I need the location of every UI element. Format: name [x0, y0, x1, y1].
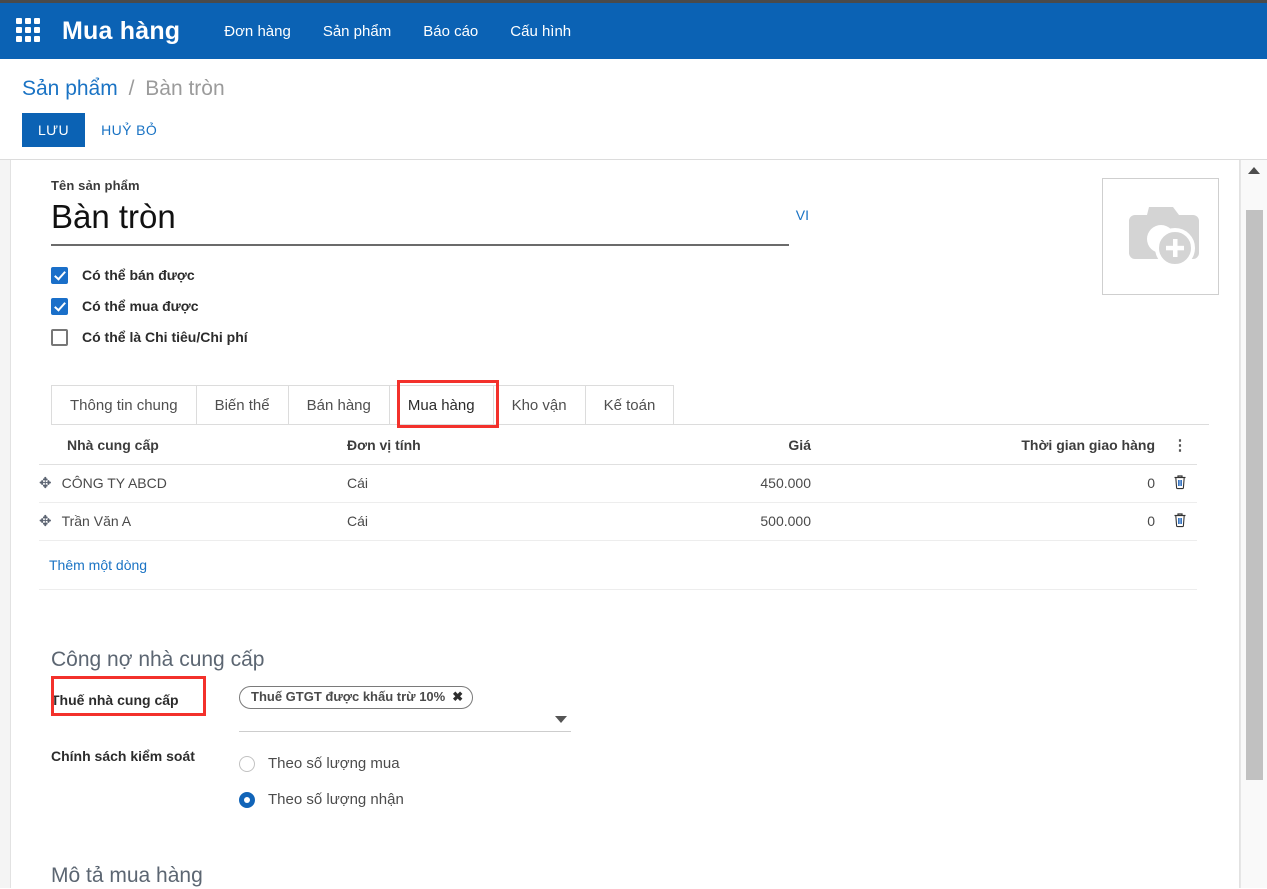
cancel-button[interactable]: HUỶ BỎ: [85, 113, 173, 147]
chevron-down-icon[interactable]: [555, 715, 567, 723]
control-policy-label: Chính sách kiểm soát: [51, 747, 195, 764]
column-header-supplier[interactable]: Nhà cung cấp: [39, 424, 339, 465]
checkbox-can-be-sold[interactable]: [51, 266, 68, 284]
product-name-label: Tên sản phẩm: [51, 178, 140, 193]
tax-chip[interactable]: Thuế GTGT được khấu trừ 10% ✖: [239, 685, 474, 709]
product-image-placeholder[interactable]: [1102, 178, 1219, 295]
kebab-menu-icon[interactable]: ⋮: [1173, 437, 1188, 454]
breadcrumb-bar: Sản phẩm / Bàn tròn LƯU HUỶ BỎ: [0, 59, 1267, 147]
section-title-vendor-bill: Công nợ nhà cung cấp: [51, 647, 265, 671]
tab-bar: Thông tin chung Biến thể Bán hàng Mua hà…: [51, 379, 1209, 428]
column-header-price[interactable]: Giá: [579, 424, 819, 465]
cell-supplier: ✥ CÔNG TY ABCD: [39, 464, 339, 503]
checkbox-row-can-be-expensed[interactable]: Có thể là Chi tiêu/Chi phí: [51, 322, 1209, 353]
add-a-line-link[interactable]: Thêm một dòng: [39, 553, 155, 577]
main-nav: Đơn hàng Sản phẩm Báo cáo Cấu hình: [224, 23, 571, 40]
scroll-up-icon[interactable]: [1241, 160, 1267, 180]
nav-item-don-hang[interactable]: Đơn hàng: [224, 23, 291, 40]
nav-item-san-pham[interactable]: Sản phẩm: [323, 23, 391, 40]
checkbox-row-can-be-sold[interactable]: Có thể bán được: [51, 260, 1209, 291]
nav-item-bao-cao[interactable]: Báo cáo: [423, 23, 478, 40]
drag-move-icon[interactable]: ✥: [39, 514, 52, 529]
trash-icon[interactable]: [1173, 512, 1187, 531]
workspace: Tên sản phẩm Bàn tròn VI Có thể bán được…: [0, 159, 1267, 888]
action-bar: LƯU HUỶ BỎ: [22, 113, 1267, 147]
checkbox-label-can-be-sold: Có thể bán được: [82, 267, 195, 284]
radio-label-on-ordered-quantities: Theo số lượng mua: [268, 755, 400, 773]
breadcrumb-parent-link[interactable]: Sản phẩm: [22, 77, 118, 100]
column-header-lead-time[interactable]: Thời gian giao hàng: [819, 424, 1163, 465]
cell-delete[interactable]: [1163, 502, 1197, 541]
camera-add-icon: [1128, 206, 1199, 268]
app-title: Mua hàng: [62, 16, 181, 45]
cell-lead-time: 0: [819, 464, 1163, 503]
control-policy-options: Theo số lượng mua Theo số lượng nhận: [239, 742, 404, 818]
radio-on-ordered-quantities[interactable]: [239, 755, 255, 772]
apps-grid-icon[interactable]: [16, 18, 42, 44]
drag-move-icon[interactable]: ✥: [39, 476, 52, 491]
save-button[interactable]: LƯU: [22, 113, 86, 147]
tab-thong-tin-chung[interactable]: Thông tin chung: [51, 384, 197, 424]
tab-bien-the[interactable]: Biến thể: [195, 384, 289, 424]
tab-mua-hang[interactable]: Mua hàng: [388, 384, 494, 424]
supplier-table: Nhà cung cấp Đơn vị tính Giá Thời gian g…: [39, 424, 1197, 590]
vendor-tax-label: Thuế nhà cung cấp: [51, 691, 179, 708]
trash-icon[interactable]: [1173, 474, 1187, 493]
breadcrumb: Sản phẩm / Bàn tròn: [22, 77, 1267, 101]
radio-on-received-quantities[interactable]: [239, 791, 255, 808]
chip-remove-icon[interactable]: ✖: [452, 689, 463, 705]
language-tag[interactable]: VI: [796, 207, 809, 223]
radio-row-on-received-quantities[interactable]: Theo số lượng nhận: [239, 782, 404, 818]
cell-uom: Cái: [339, 464, 579, 503]
vendor-tax-row: Thuế nhà cung cấp Thuế GTGT được khấu tr…: [51, 685, 1209, 732]
tax-chip-label: Thuế GTGT được khấu trừ 10%: [251, 689, 446, 705]
control-policy-row: Chính sách kiểm soát Theo số lượng mua T…: [51, 742, 1209, 818]
product-flags-group: Có thể bán được Có thể mua được Có thể l…: [51, 260, 1209, 353]
column-header-uom[interactable]: Đơn vị tính: [339, 424, 579, 465]
tab-ban-hang[interactable]: Bán hàng: [287, 384, 390, 424]
radio-label-on-received-quantities: Theo số lượng nhận: [268, 791, 404, 809]
cell-supplier-text: Trần Văn A: [61, 513, 132, 530]
table-add-row: Thêm một dòng: [39, 540, 1197, 590]
checkbox-label-can-be-expensed: Có thể là Chi tiêu/Chi phí: [82, 329, 248, 346]
checkbox-label-can-be-purchased: Có thể mua được: [82, 298, 199, 315]
table-header-row: Nhà cung cấp Đơn vị tính Giá Thời gian g…: [39, 424, 1197, 465]
tab-kho-van[interactable]: Kho vận: [492, 384, 586, 424]
product-name-input[interactable]: Bàn tròn: [51, 195, 789, 244]
table-row[interactable]: ✥ CÔNG TY ABCD Cái 450.000 0: [39, 464, 1197, 503]
nav-item-cau-hinh[interactable]: Cấu hình: [510, 23, 571, 40]
product-name-field: Tên sản phẩm Bàn tròn VI: [51, 178, 1209, 246]
radio-row-on-ordered-quantities[interactable]: Theo số lượng mua: [239, 746, 404, 782]
checkbox-can-be-purchased[interactable]: [51, 297, 68, 315]
cell-supplier: ✥ Trần Văn A: [39, 502, 339, 541]
table-row[interactable]: ✥ Trần Văn A Cái 500.000 0: [39, 502, 1197, 541]
cell-lead-time: 0: [819, 502, 1163, 541]
breadcrumb-current: Bàn tròn: [145, 77, 225, 100]
form-sheet: Tên sản phẩm Bàn tròn VI Có thể bán được…: [10, 160, 1240, 888]
checkbox-row-can-be-purchased[interactable]: Có thể mua được: [51, 291, 1209, 322]
cell-uom: Cái: [339, 502, 579, 541]
app-header: Mua hàng Đơn hàng Sản phẩm Báo cáo Cấu h…: [0, 3, 1267, 59]
checkbox-can-be-expensed[interactable]: [51, 328, 68, 346]
cell-price: 500.000: [579, 502, 819, 541]
section-title-purchase-description: Mô tả mua hàng: [51, 863, 203, 887]
vendor-tax-select[interactable]: Thuế GTGT được khấu trừ 10% ✖: [239, 685, 571, 732]
cell-delete[interactable]: [1163, 464, 1197, 503]
cell-price: 450.000: [579, 464, 819, 503]
add-row-cell: Thêm một dòng: [39, 540, 1197, 590]
vertical-scrollbar[interactable]: [1240, 160, 1267, 888]
cell-supplier-text: CÔNG TY ABCD: [61, 475, 167, 492]
breadcrumb-separator: /: [128, 77, 135, 100]
column-options-menu[interactable]: ⋮: [1163, 424, 1197, 465]
scrollbar-thumb[interactable]: [1246, 210, 1263, 780]
tab-ke-toan[interactable]: Kế toán: [584, 384, 675, 424]
